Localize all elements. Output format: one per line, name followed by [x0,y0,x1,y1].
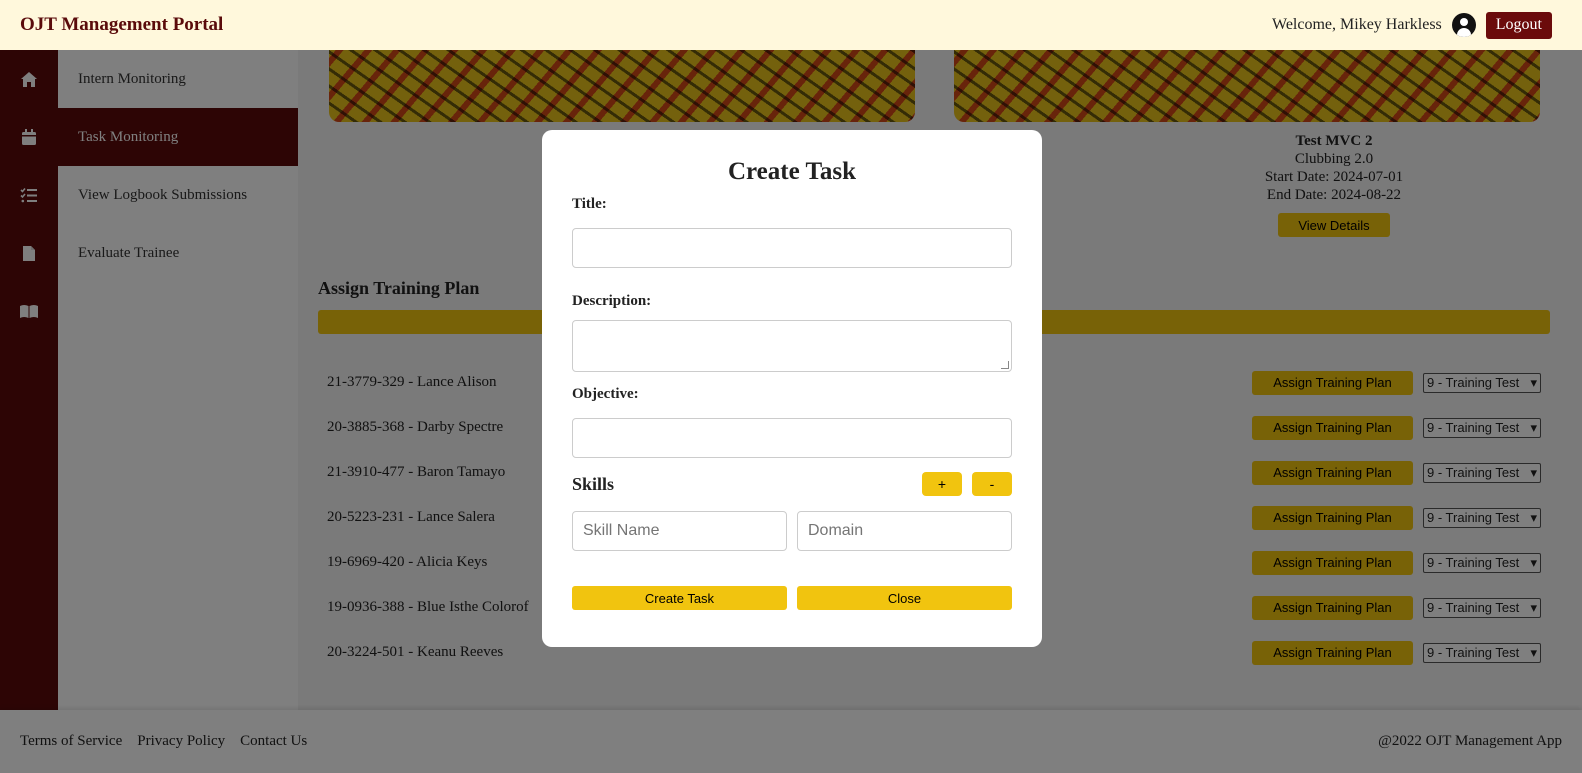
welcome-text: Welcome, Mikey Harkless [1272,16,1442,33]
description-label: Description: [572,293,652,309]
objective-input[interactable] [572,418,1012,458]
modal-title: Create Task [727,158,857,185]
skills-header: Skills + - [572,472,1012,496]
skills-label: Skills [572,473,615,494]
close-button[interactable]: Close [797,586,1012,610]
create-task-button[interactable]: Create Task [572,586,787,610]
remove-skill-button[interactable]: - [972,472,1012,496]
add-skill-button[interactable]: + [922,472,962,496]
domain-input[interactable]: Domain [797,511,1012,551]
skill-inputs: Skill Name Domain [572,511,1012,551]
user-area: Welcome, Mikey Harkless Logout [1272,11,1552,39]
top-header: OJT Management Portal Welcome, Mikey Har… [0,0,1582,50]
skill-name-input[interactable]: Skill Name [572,511,787,551]
create-task-modal: Create Task Title: Description: Objectiv… [542,130,1042,647]
user-avatar-icon[interactable] [1451,13,1476,37]
modal-actions: Create Task Close [572,586,1012,610]
title-input[interactable] [572,228,1012,268]
logout-button[interactable]: Logout [1485,11,1552,39]
title-label: Title: [572,196,607,212]
objective-label: Objective: [572,386,639,402]
brand-title: OJT Management Portal [20,14,224,35]
description-textarea[interactable] [572,320,1012,372]
